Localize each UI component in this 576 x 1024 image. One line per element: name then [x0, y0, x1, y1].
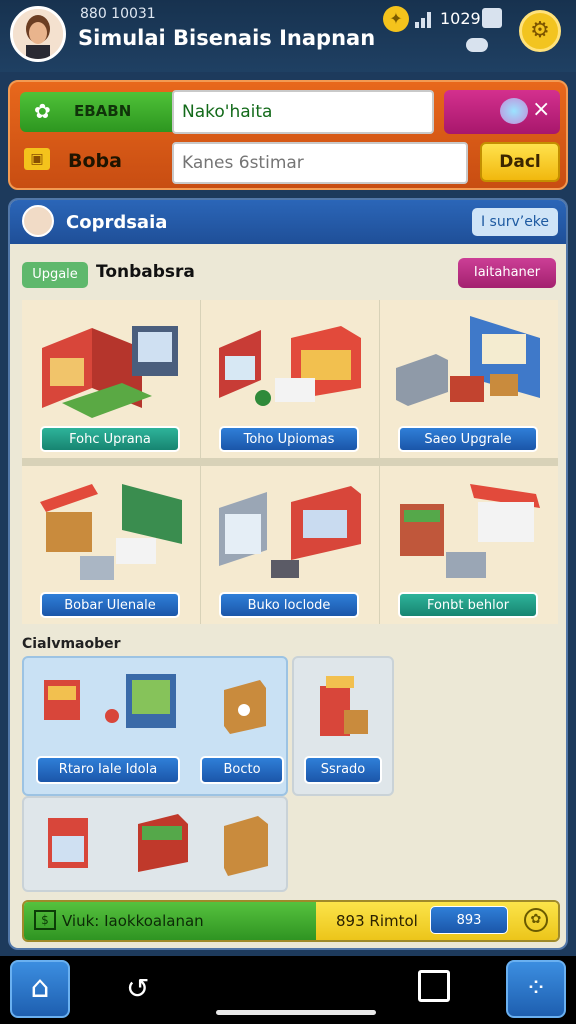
cash-icon: $ — [34, 910, 56, 930]
box-icon — [224, 680, 266, 734]
upgrade-button[interactable]: Fonbt behlor — [398, 592, 538, 618]
upgrade-card[interactable]: Saeo Upgrale — [380, 300, 558, 458]
store-scene-illustration — [396, 316, 540, 406]
upgrade-button[interactable]: Buko loclode — [219, 592, 359, 618]
vending-illustration — [320, 676, 368, 736]
upgrade-button[interactable]: Toho Upiomas — [219, 426, 359, 452]
home-indicator — [216, 1010, 376, 1015]
status-code: 880 10031 — [80, 6, 156, 22]
filter-button[interactable]: Iaitahaner — [458, 258, 556, 288]
earnings-label: Viuk: Iaokkoalanan — [62, 912, 204, 930]
deal-button[interactable]: Dacl — [480, 142, 560, 182]
selected-item-card[interactable]: Rtaro Iale Idola Bocto — [22, 656, 288, 796]
upgrade-grid: Fohc Uprana Toho Upiomas Saeo Upgrale Bo… — [22, 300, 558, 624]
battery-icon — [482, 8, 502, 28]
decor-button[interactable]: × — [444, 90, 560, 134]
lightbulb-icon[interactable]: ✦ — [383, 6, 409, 32]
collect-button[interactable]: 893 — [430, 906, 508, 934]
close-icon[interactable]: × — [532, 97, 550, 122]
top-bar: 880 10031 Simulai Bisenais Inapnan ✦ 102… — [0, 0, 576, 72]
back-icon[interactable]: ↺ — [126, 972, 149, 1005]
earnings-section: $ Viuk: Iaokkoalanan — [24, 902, 316, 940]
apps-menu-icon[interactable]: ⁘ — [506, 960, 566, 1018]
business-badge[interactable]: ✿ EBABN — [20, 92, 180, 132]
survey-button[interactable]: I surv’eke — [472, 208, 558, 236]
badge-label: EBABN — [74, 102, 132, 120]
upgrade-button[interactable]: Fohc Uprana — [40, 426, 180, 452]
store-scene-illustration — [219, 486, 361, 578]
bottom-navigation: ⌂ ↺ ⁘ — [0, 956, 576, 1024]
estimate-input[interactable] — [172, 142, 468, 184]
flower-icon — [500, 98, 528, 124]
item-button[interactable]: Ssrado — [304, 756, 382, 784]
item-card[interactable]: Ssrado — [292, 656, 394, 796]
kiosk-illustration — [44, 674, 176, 728]
upgrade-button[interactable]: Bobar Ulenale — [40, 592, 180, 618]
upgrade-tag[interactable]: Upgale — [22, 262, 88, 288]
upgrade-button[interactable]: Saeo Upgrale — [398, 426, 538, 452]
gear-badge-icon: ✿ — [34, 99, 51, 123]
panel-header: Coprdsaia I surv’eke — [10, 200, 566, 244]
boba-label: Boba — [68, 150, 122, 172]
item-button[interactable]: Rtaro Iale Idola — [36, 756, 180, 784]
progress-bar: $ Viuk: Iaokkoalanan 893 Rimtol 893 ✿ — [22, 900, 560, 942]
reward-section: 893 Rimtol 893 ✿ — [316, 902, 558, 940]
coin-icon[interactable]: ✿ — [524, 908, 548, 932]
settings-gear-icon[interactable]: ⚙ — [519, 10, 561, 52]
cloud-icon — [466, 38, 488, 52]
boba-icon: ▣ — [24, 148, 50, 170]
app-title: Simulai Bisenais Inapnan — [78, 26, 376, 50]
upgrade-card[interactable]: Fohc Uprana — [22, 300, 200, 458]
upgrade-card[interactable]: Bobar Ulenale — [22, 466, 200, 624]
shop-items-illustration — [48, 814, 268, 876]
coin-count: 1029 — [440, 9, 481, 28]
manager-avatar — [22, 205, 54, 237]
upgrade-card[interactable]: Buko loclode — [201, 466, 379, 624]
store-scene-illustration — [400, 484, 540, 578]
business-name-input[interactable] — [172, 90, 434, 134]
item-button[interactable]: Bocto — [200, 756, 284, 784]
upgrade-card[interactable]: Fonbt behlor — [380, 466, 558, 624]
panel-title: Coprdsaia — [66, 212, 168, 233]
store-scene-illustration — [42, 326, 178, 418]
reward-label: 893 Rimtol — [336, 912, 418, 930]
store-scene-illustration — [219, 326, 361, 406]
upgrade-card[interactable]: Toho Upiomas — [201, 300, 379, 458]
player-avatar[interactable] — [10, 6, 66, 62]
home-icon[interactable]: ⌂ — [10, 960, 70, 1018]
subsection-title: Cialvmaober — [22, 636, 121, 652]
signal-icon — [415, 12, 433, 28]
business-panel: ✿ EBABN × ▣ Boba Dacl — [8, 80, 568, 190]
section-title: Tonbabsra — [96, 262, 195, 282]
collect-amount: 893 — [456, 913, 482, 928]
upgrades-panel: Coprdsaia I surv’eke Upgale Tonbabsra Ia… — [8, 198, 568, 950]
store-scene-illustration — [40, 484, 182, 580]
copy-icon[interactable] — [418, 970, 450, 1002]
item-shelf-card — [22, 796, 288, 892]
